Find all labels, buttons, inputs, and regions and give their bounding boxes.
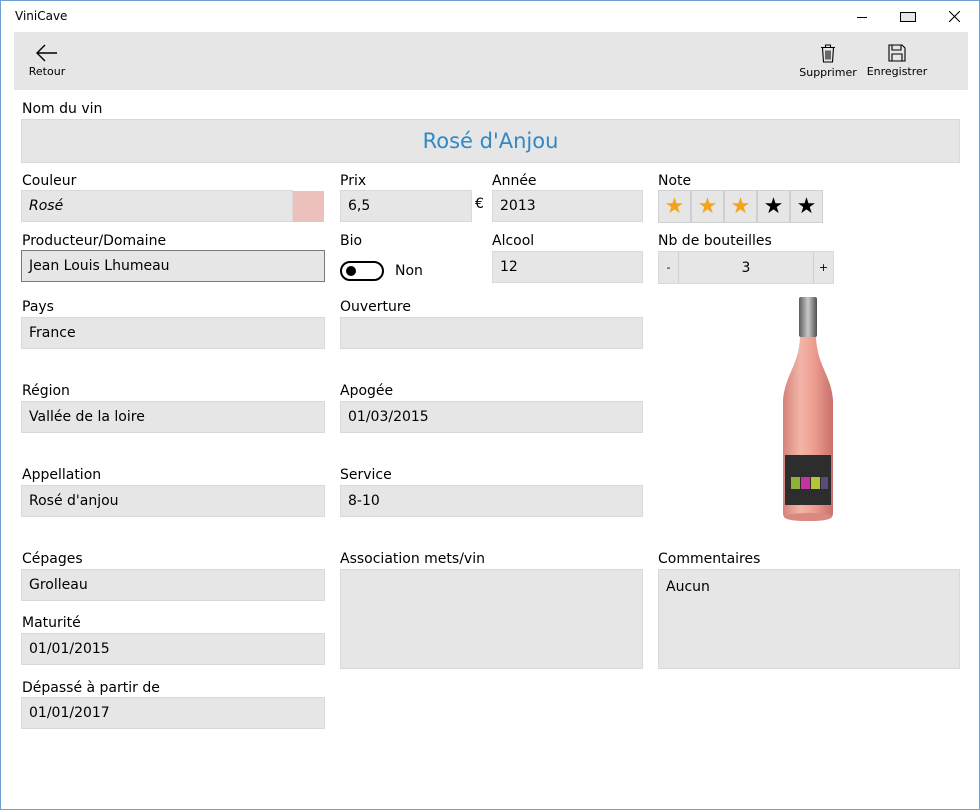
bio-label: Bio [340,233,363,249]
year-input[interactable]: 2013 [492,190,643,222]
window-title: ViniCave [15,9,68,23]
service-input[interactable]: 8-10 [340,485,643,517]
appellation-input[interactable]: Rosé d'anjou [21,485,325,517]
delete-label: Supprimer [799,66,857,79]
back-button[interactable]: Retour [24,32,70,90]
price-input[interactable]: 6,5 [340,190,472,222]
service-label: Service [340,467,392,483]
producer-input[interactable]: Jean Louis Lhumeau [21,250,325,282]
title-bar: ViniCave [1,1,979,32]
decrement-button[interactable]: - [659,252,679,283]
year-label: Année [492,173,537,189]
color-label: Couleur [22,173,77,189]
trash-icon [821,44,835,63]
pairing-label: Association mets/vin [340,551,485,567]
save-button[interactable]: Enregistrer [866,32,928,90]
minimize-icon [857,17,867,18]
save-disk-icon [888,44,906,62]
rating-stars[interactable]: ★ ★ ★ ★ ★ [658,190,823,223]
wine-bottle-image [783,297,833,521]
grapes-label: Cépages [22,551,83,567]
star-5-icon[interactable]: ★ [790,190,823,223]
alcohol-label: Alcool [492,233,535,249]
name-label: Nom du vin [22,101,103,117]
apogee-input[interactable]: 01/03/2015 [340,401,643,433]
past-date-label: Dépassé à partir de [22,680,160,696]
toggle-knob [346,266,356,276]
pairing-textarea[interactable] [340,569,643,669]
country-label: Pays [22,299,54,315]
close-icon [948,11,960,22]
delete-button[interactable]: Supprimer [798,32,858,90]
comments-textarea[interactable]: Aucun [658,569,960,669]
bio-toggle-state: Non [395,263,423,279]
price-label: Prix [340,173,367,189]
bottles-value[interactable]: 3 [679,252,813,283]
maturity-label: Maturité [22,615,81,631]
save-label: Enregistrer [866,65,928,78]
increment-button[interactable]: + [813,252,833,283]
appellation-label: Appellation [22,467,102,483]
star-3-icon[interactable]: ★ [724,190,757,223]
past-date-input[interactable]: 01/01/2017 [21,697,325,729]
alcohol-input[interactable]: 12 [492,251,643,283]
region-label: Région [22,383,70,399]
country-input[interactable]: France [21,317,325,349]
opening-input[interactable] [340,317,643,349]
color-select[interactable]: Rosé [21,190,293,222]
command-bar: Retour Supprimer Enregistrer [14,32,968,90]
region-input[interactable]: Vallée de la loire [21,401,325,433]
grapes-input[interactable]: Grolleau [21,569,325,601]
star-2-icon[interactable]: ★ [691,190,724,223]
color-swatch[interactable] [293,191,324,222]
currency-symbol: € [475,196,484,212]
opening-label: Ouverture [340,299,411,315]
star-4-icon[interactable]: ★ [757,190,790,223]
minimize-button[interactable] [839,1,885,32]
bottles-label: Nb de bouteilles [658,233,772,249]
maximize-button[interactable] [885,1,931,32]
apogee-label: Apogée [340,383,394,399]
back-arrow-icon [36,44,57,62]
star-1-icon[interactable]: ★ [658,190,691,223]
bottles-stepper: - 3 + [658,251,834,284]
maturity-input[interactable]: 01/01/2015 [21,633,325,665]
comments-label: Commentaires [658,551,761,567]
back-label: Retour [28,65,66,78]
wine-name-input[interactable]: Rosé d'Anjou [21,119,960,163]
app-window: ViniCave Retour Supprimer Enregistrer No… [0,0,980,810]
producer-label: Producteur/Domaine [22,233,167,249]
maximize-icon [900,11,916,22]
bio-toggle[interactable] [340,261,384,281]
close-button[interactable] [931,1,977,32]
rating-label: Note [658,173,692,189]
